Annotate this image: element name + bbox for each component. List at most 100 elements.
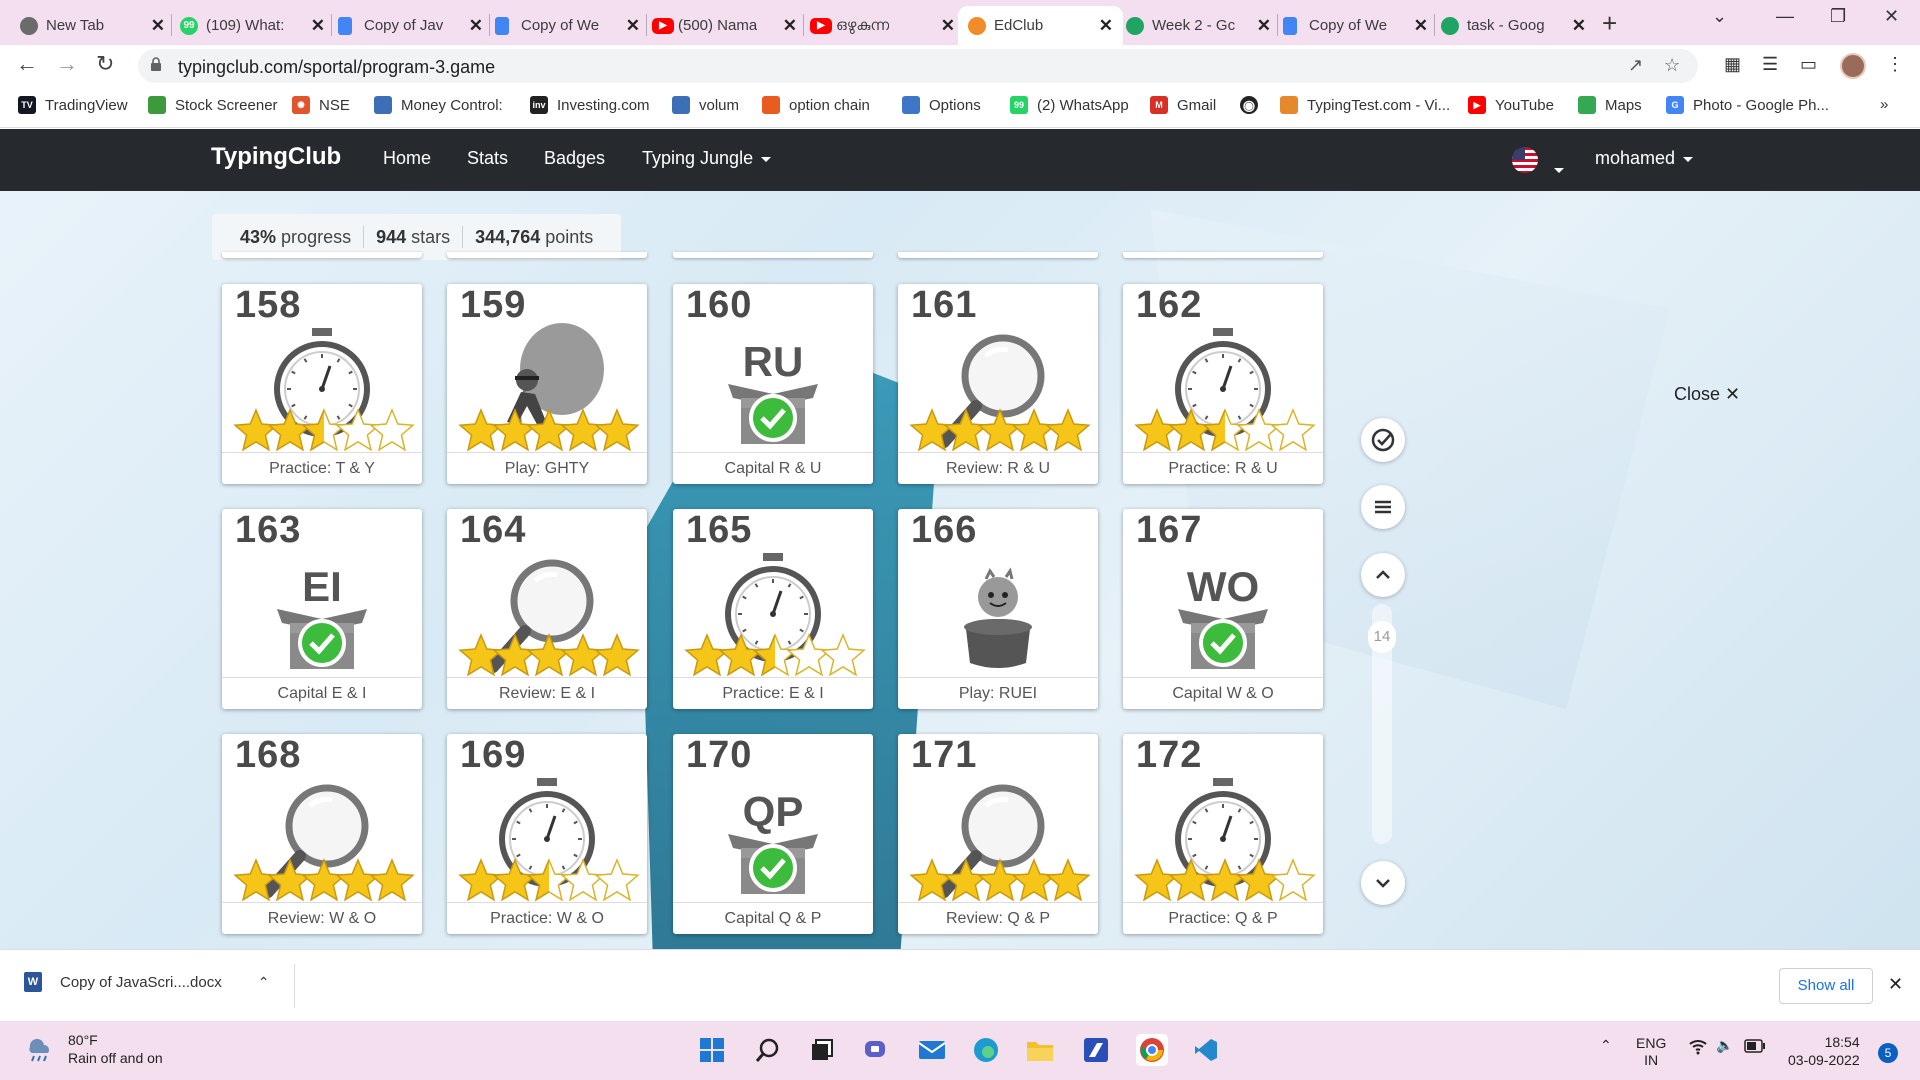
bookmark-item[interactable]: option chain — [762, 96, 870, 114]
close-icon[interactable]: ✕ — [1414, 16, 1428, 36]
browser-tab[interactable]: New Tab ✕ — [20, 6, 165, 45]
lesson-card[interactable]: 162 Practice: R & U — [1123, 284, 1323, 484]
more-bookmarks-icon[interactable]: » — [1880, 96, 1888, 113]
back-icon[interactable]: ← — [16, 51, 38, 77]
lesson-card[interactable]: 164 Review: E & I — [447, 509, 647, 709]
battery-icon[interactable] — [1744, 1039, 1766, 1057]
lesson-card[interactable]: 169 Practice: W & O — [447, 734, 647, 934]
nav-home[interactable]: Home — [383, 148, 431, 169]
chevron-up-icon[interactable]: ⌃ — [258, 974, 270, 991]
vscode-icon[interactable] — [1190, 1034, 1222, 1066]
close-icon[interactable]: ✕ — [1888, 974, 1903, 995]
site-logo[interactable]: TypingClub — [211, 143, 341, 171]
nav-typing-jungle[interactable]: Typing Jungle — [642, 148, 772, 169]
lesson-card[interactable]: RU 160 Capital R & U — [673, 284, 873, 484]
language-dropdown[interactable] — [1546, 159, 1564, 180]
edge-browser-icon[interactable] — [970, 1034, 1002, 1066]
browser-tab[interactable]: Copy of We ✕ — [495, 6, 640, 45]
scroll-up-button[interactable] — [1361, 553, 1405, 597]
pen-app-icon[interactable] — [1080, 1034, 1112, 1066]
bookmark-item[interactable]: ✺ NSE — [292, 96, 350, 114]
lesson-card[interactable]: QP 170 Capital Q & P — [673, 734, 873, 934]
bookmark-item[interactable]: 99 (2) WhatsApp — [1010, 96, 1129, 114]
bookmark-item[interactable]: ◉ — [1240, 96, 1267, 114]
weather-widget[interactable]: 80°F Rain off and on — [24, 1031, 163, 1067]
scroll-thumb[interactable]: 14 — [1368, 621, 1396, 653]
side-panel-icon[interactable]: ▭ — [1800, 54, 1817, 75]
lesson-card[interactable]: 165 Practice: E & I — [673, 509, 873, 709]
bookmark-item[interactable]: volum — [672, 96, 739, 114]
system-clock[interactable]: 18:54 03-09-2022 — [1788, 1033, 1860, 1069]
wifi-icon[interactable] — [1688, 1039, 1708, 1059]
user-menu[interactable]: mohamed — [1595, 148, 1694, 169]
list-view-button[interactable] — [1361, 485, 1405, 529]
bookmark-item[interactable]: Stock Screener — [148, 96, 278, 114]
browser-tab[interactable]: 99 (109) What: ✕ — [180, 6, 325, 45]
extensions-icon[interactable]: ▦ — [1724, 54, 1741, 75]
browser-tab[interactable]: ▶ (500) Nama ✕ — [652, 6, 797, 45]
notification-badge[interactable]: 5 — [1878, 1043, 1898, 1063]
bookmark-item[interactable]: G Photo - Google Ph... — [1666, 96, 1829, 114]
lesson-card[interactable]: 168 Review: W & O — [222, 734, 422, 934]
search-icon[interactable] — [752, 1034, 784, 1066]
lesson-card[interactable]: WO 167 Capital W & O — [1123, 509, 1323, 709]
browser-tab[interactable]: task - Goog ✕ — [1441, 6, 1586, 45]
address-bar[interactable]: typingclub.com/sportal/program-3.game ↗ … — [138, 49, 1698, 83]
close-button[interactable]: Close ✕ — [1674, 384, 1740, 405]
task-view-icon[interactable] — [806, 1034, 838, 1066]
browser-tab[interactable]: EdClub ✕ — [958, 6, 1123, 45]
lesson-card[interactable]: 158 Practice: T & Y — [222, 284, 422, 484]
chevron-up-icon[interactable]: ⌃ — [1600, 1037, 1612, 1054]
lesson-card[interactable]: 166 Play: RUEI — [898, 509, 1098, 709]
scroll-down-button[interactable] — [1361, 861, 1405, 905]
browser-tab[interactable]: Week 2 - Gc ✕ — [1126, 6, 1271, 45]
close-icon[interactable]: ✕ — [1257, 16, 1271, 36]
close-icon[interactable]: ✕ — [941, 16, 955, 36]
bookmark-item[interactable]: Money Control: — [374, 96, 503, 114]
volume-icon[interactable]: 🔈 — [1716, 1037, 1733, 1054]
close-icon[interactable]: ✕ — [783, 16, 797, 36]
minimize-icon[interactable]: — — [1776, 6, 1794, 27]
bookmark-item[interactable]: TV TradingView — [18, 96, 128, 114]
new-tab-button[interactable]: + — [1602, 8, 1617, 39]
lesson-card[interactable]: EI 163 Capital E & I — [222, 509, 422, 709]
profile-avatar[interactable] — [1840, 53, 1866, 79]
media-icon[interactable]: ☰ — [1762, 54, 1778, 75]
bookmark-item[interactable]: inv Investing.com — [530, 96, 650, 114]
browser-tab[interactable]: Copy of We ✕ — [1283, 6, 1428, 45]
lesson-card[interactable]: 159 Play: GHTY — [447, 284, 647, 484]
windows-start-icon[interactable] — [696, 1034, 728, 1066]
bookmark-item[interactable]: Options — [902, 96, 981, 114]
language-indicator[interactable]: ENG IN — [1636, 1035, 1666, 1069]
lesson-card[interactable]: 161 Review: R & U — [898, 284, 1098, 484]
close-icon[interactable]: ✕ — [469, 16, 483, 36]
lesson-card[interactable]: 172 Practice: Q & P — [1123, 734, 1323, 934]
browser-tab[interactable]: Copy of Jav ✕ — [338, 6, 483, 45]
menu-icon[interactable]: ⋮ — [1886, 54, 1904, 75]
close-icon[interactable]: ✕ — [1099, 16, 1113, 36]
bookmark-item[interactable]: M Gmail — [1150, 96, 1216, 114]
us-flag-icon[interactable] — [1512, 147, 1538, 173]
close-icon[interactable]: ✕ — [626, 16, 640, 36]
reload-icon[interactable]: ↻ — [96, 51, 114, 77]
bookmark-item[interactable]: ▶ YouTube — [1468, 96, 1554, 114]
tab-search-icon[interactable]: ⌄ — [1712, 6, 1727, 27]
file-explorer-icon[interactable] — [1024, 1034, 1056, 1066]
mail-icon[interactable] — [916, 1034, 948, 1066]
close-icon[interactable]: ✕ — [151, 16, 165, 36]
nav-stats[interactable]: Stats — [467, 148, 508, 169]
bookmark-item[interactable]: Maps — [1578, 96, 1642, 114]
close-icon[interactable]: ✕ — [1572, 16, 1586, 36]
restore-icon[interactable]: ❐ — [1830, 6, 1846, 27]
forward-icon[interactable]: → — [56, 51, 78, 77]
close-icon[interactable]: ✕ — [311, 16, 325, 36]
bookmark-item[interactable]: TypingTest.com - Vi... — [1280, 96, 1450, 114]
teams-chat-icon[interactable] — [860, 1034, 892, 1066]
share-icon[interactable]: ↗ — [1628, 55, 1643, 76]
show-all-button[interactable]: Show all — [1779, 968, 1873, 1004]
download-item[interactable]: W Copy of JavaScri....docx ⌃ — [24, 972, 269, 992]
browser-tab[interactable]: ▶ ഒഴുകുന്ന ✕ — [810, 6, 955, 45]
nav-badges[interactable]: Badges — [544, 148, 605, 169]
bookmark-star-icon[interactable]: ☆ — [1664, 55, 1680, 76]
window-close-icon[interactable]: ✕ — [1884, 6, 1899, 27]
